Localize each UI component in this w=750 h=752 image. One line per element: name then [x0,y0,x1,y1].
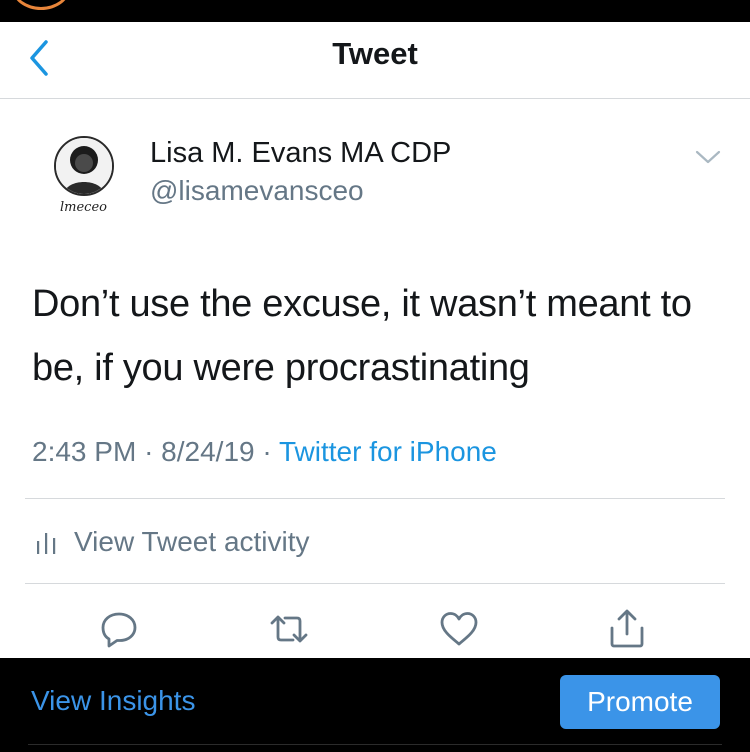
like-icon [440,612,478,646]
nav-bar: Tweet [0,22,750,99]
view-insights-link[interactable]: View Insights [31,685,195,717]
divider [28,744,722,745]
like-button[interactable] [438,608,480,650]
tweet-options-button[interactable] [694,146,722,168]
bottom-action-bar: View Insights Promote [0,658,750,752]
avatar-caption: lmeceo [60,200,107,215]
tweet-time: 2:43 PM [32,436,137,467]
divider [25,583,725,584]
status-bar [0,0,750,22]
author-display-name[interactable]: Lisa M. Evans MA CDP [150,137,451,170]
avatar[interactable] [54,136,114,196]
tweet-source-link[interactable]: Twitter for iPhone [279,436,497,467]
share-button[interactable] [606,608,648,650]
bar-chart-icon [37,533,56,554]
retweet-button[interactable] [268,608,310,650]
app-icon-fragment [12,0,70,10]
promote-button[interactable]: Promote [560,675,720,729]
meta-separator: · [144,436,154,467]
reply-button[interactable] [98,608,140,650]
chevron-down-icon [695,150,721,164]
tweet-meta: 2:43 PM · 8/24/19 · Twitter for iPhone [32,436,497,468]
reply-icon [101,612,137,648]
view-tweet-activity-button[interactable]: View Tweet activity [36,522,310,562]
meta-separator: · [262,436,272,467]
divider [25,498,725,499]
tweet-detail-screen: Tweet lmeceo Lisa M. Evans MA CDP @lisam… [0,0,750,752]
tweet-date: 8/24/19 [161,436,255,467]
avatar-portrait [56,138,112,194]
page-title: Tweet [332,36,418,71]
tweet-text: Don’t use the excuse, it wasn’t meant to… [32,283,692,389]
share-icon [610,609,644,648]
view-tweet-activity-label: View Tweet activity [74,526,310,557]
author-handle[interactable]: @lisamevansceo [150,175,364,207]
retweet-icon [270,615,308,643]
